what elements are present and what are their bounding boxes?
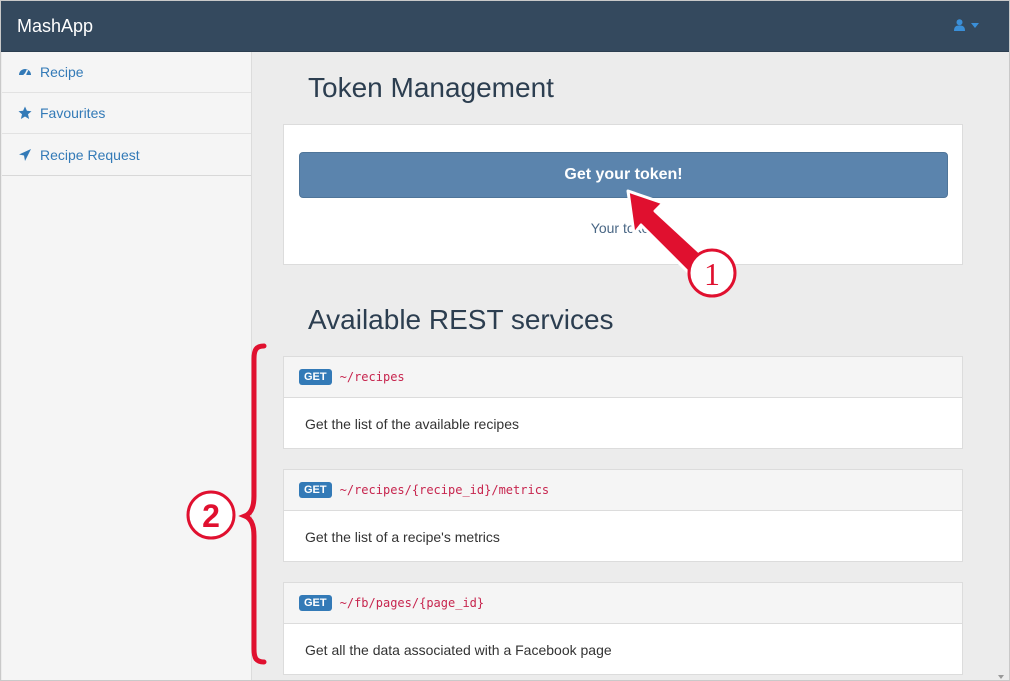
main-content: Token Management Get your token! Your to… <box>253 52 1009 680</box>
dashboard-icon <box>18 65 32 79</box>
method-badge: GET <box>299 595 332 611</box>
sidebar-item-label: Favourites <box>40 105 106 121</box>
service-panel: GET ~/fb/pages/{page_id} Get all the dat… <box>283 582 963 675</box>
service-header: GET ~/recipes <box>284 357 962 398</box>
brand-logo[interactable]: MashApp <box>17 16 93 37</box>
user-icon <box>954 19 965 31</box>
paper-plane-icon <box>18 148 32 162</box>
token-panel: Get your token! Your token <box>283 124 963 265</box>
sidebar: Recipe Favourites Recipe Request <box>2 52 252 680</box>
service-header: GET ~/recipes/{recipe_id}/metrics <box>284 470 962 511</box>
get-token-button[interactable]: Get your token! <box>299 152 948 198</box>
method-badge: GET <box>299 369 332 385</box>
service-panel: GET ~/recipes/{recipe_id}/metrics Get th… <box>283 469 963 562</box>
service-description: Get the list of the available recipes <box>305 415 520 432</box>
rest-services-title: Available REST services <box>308 304 614 335</box>
sidebar-item-recipe[interactable]: Recipe <box>2 52 251 93</box>
service-header: GET ~/fb/pages/{page_id} <box>284 583 962 624</box>
top-navbar: MashApp <box>1 1 1009 52</box>
user-menu-button[interactable] <box>954 19 979 31</box>
sidebar-item-label: Recipe <box>40 64 84 80</box>
endpoint-path: ~/recipes <box>339 370 405 384</box>
app-window: MashApp Recipe Favourites Recipe Request… <box>0 0 1010 681</box>
endpoint-path: ~/recipes/{recipe_id}/metrics <box>339 483 550 497</box>
caret-down-icon <box>971 22 979 28</box>
sidebar-item-label: Recipe Request <box>40 146 140 163</box>
star-icon <box>18 106 32 120</box>
token-value-text: Your token <box>590 220 658 236</box>
sidebar-item-recipe-request[interactable]: Recipe Request <box>2 134 251 175</box>
service-panel: GET ~/recipes Get the list of the availa… <box>283 356 963 449</box>
sidebar-item-favourites[interactable]: Favourites <box>2 93 251 134</box>
service-description: Get all the data associated with a Faceb… <box>305 641 612 658</box>
scroll-down-arrow-icon[interactable] <box>997 668 1005 679</box>
method-badge: GET <box>299 482 332 498</box>
sidebar-nav: Recipe Favourites Recipe Request <box>2 52 251 176</box>
token-management-title: Token Management <box>308 72 554 103</box>
service-description: Get the list of a recipe's metrics <box>305 528 500 545</box>
endpoint-path: ~/fb/pages/{page_id} <box>339 596 485 610</box>
